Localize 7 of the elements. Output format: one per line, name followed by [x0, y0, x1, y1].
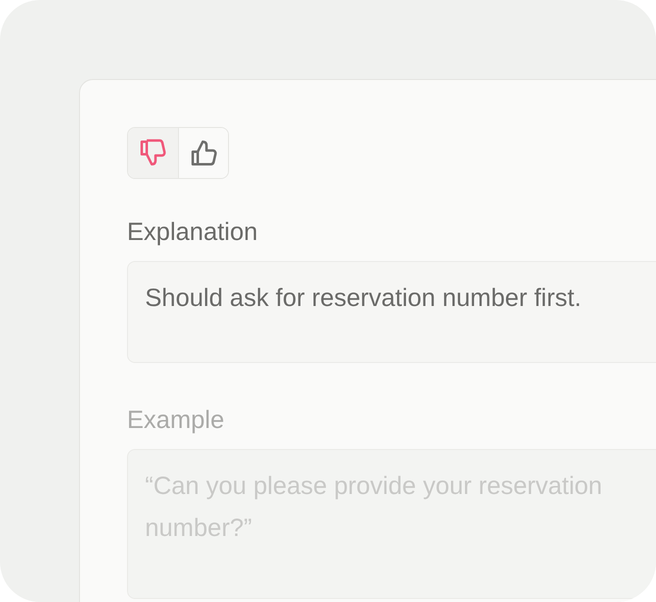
field-label: Explanation [127, 217, 259, 247]
field-label: Example [127, 405, 226, 435]
thumbs-up-icon [188, 138, 218, 168]
thumbs-down-button[interactable] [128, 128, 178, 178]
thumbs-up-button[interactable] [178, 128, 228, 178]
text-field[interactable]: Should ask for reservation number first. [127, 261, 656, 363]
thumbs-down-icon [138, 138, 168, 168]
